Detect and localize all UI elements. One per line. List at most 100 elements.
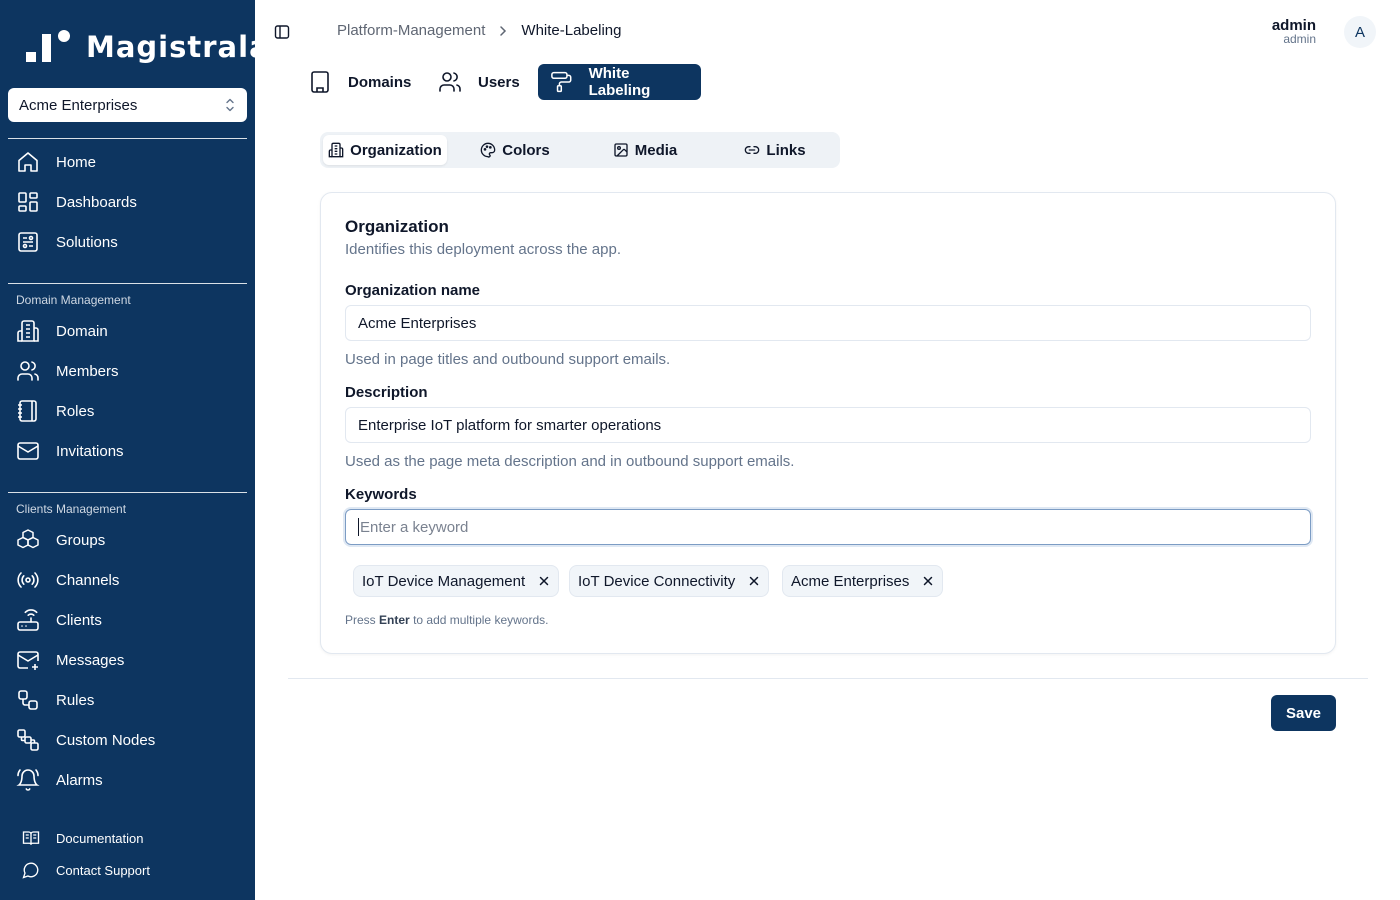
subtab-links[interactable]: Links (713, 135, 837, 165)
sidebar-item-dashboards[interactable]: Dashboards (16, 188, 137, 216)
subtab-bar: Organization Colors Media Links (320, 132, 840, 168)
sidebar-item-solutions[interactable]: Solutions (16, 228, 118, 256)
image-icon (614, 143, 628, 157)
sidebar-item-label: Solutions (56, 233, 118, 251)
keyword-chip: IoT Device Management (353, 565, 560, 597)
sidebar-item-home[interactable]: Home (16, 148, 96, 176)
tab-users[interactable]: Users (426, 64, 532, 100)
sidebar-item-label: Alarms (56, 771, 103, 789)
sidebar-item-label: Clients (56, 611, 102, 629)
workflow-icon (18, 690, 38, 710)
sidebar-toggle-icon[interactable] (274, 24, 290, 40)
sidebar-item-rules[interactable]: Rules (16, 686, 94, 714)
logo-mark-icon (26, 30, 74, 64)
subtab-label: Media (634, 141, 678, 159)
nodes-icon (17, 729, 39, 751)
sidebar-item-domain[interactable]: Domain (16, 317, 108, 345)
subtab-colors[interactable]: Colors (453, 135, 577, 165)
sidebar-item-label: Rules (56, 691, 95, 709)
chat-icon (22, 862, 39, 879)
sidebar-item-documentation[interactable]: Documentation (22, 828, 143, 848)
breadcrumb-current: White-Labeling (521, 22, 622, 39)
organization-selector-value: Acme Enterprises (19, 96, 138, 114)
org-name-input[interactable]: Acme Enterprises (345, 305, 1311, 341)
subtab-label: Colors (502, 141, 550, 159)
description-input[interactable]: Enterprise IoT platform for smarter oper… (345, 407, 1311, 443)
sidebar-divider (8, 492, 247, 493)
keyword-placeholder: Enter a keyword (360, 518, 469, 536)
breadcrumb-parent-link[interactable]: Platform-Management (337, 22, 485, 39)
building-icon (311, 71, 329, 93)
tab-domains[interactable]: Domains (296, 64, 423, 100)
description-help: Used as the page meta description and in… (345, 453, 795, 470)
sidebar-item-messages[interactable]: Messages (16, 646, 124, 674)
tab-white-labeling[interactable]: White Labeling (538, 64, 701, 100)
sidebar-item-clients[interactable]: Clients (16, 606, 102, 634)
footer-divider (288, 678, 1368, 679)
keyword-chip-label: Acme Enterprises (791, 572, 910, 590)
sidebar-item-label: Contact Support (56, 862, 150, 878)
close-icon[interactable] (922, 575, 934, 587)
subtab-organization[interactable]: Organization (323, 135, 447, 165)
app-logo[interactable]: Magistrala (26, 30, 270, 64)
tab-label: White Labeling (588, 65, 651, 99)
building-icon (328, 142, 344, 158)
sidebar-item-label: Domain (56, 322, 108, 340)
mail-open-icon (17, 651, 39, 670)
sidebar-divider (8, 138, 247, 139)
avatar[interactable]: A (1344, 16, 1376, 48)
sidebar-item-invitations[interactable]: Invitations (16, 437, 124, 465)
chevron-right-icon (500, 25, 507, 36)
sidebar-item-members[interactable]: Members (16, 357, 119, 385)
keyword-chip: IoT Device Connectivity (569, 565, 770, 597)
sidebar-item-label: Custom Nodes (56, 731, 156, 749)
tab-label: Users (478, 73, 520, 91)
sidebar-item-label: Channels (56, 571, 120, 589)
user-info[interactable]: admin admin (1272, 18, 1316, 45)
org-name-value: Acme Enterprises (358, 314, 477, 332)
sidebar: Magistrala Acme Enterprises Home Dashboa… (0, 0, 269, 900)
keywords-hint: Press Enter to add multiple keywords. (345, 613, 548, 627)
user-name: admin (1271, 17, 1316, 34)
chevrons-up-down-icon (226, 98, 234, 112)
tab-label: Domains (348, 73, 412, 91)
sidebar-item-contact-support[interactable]: Contact Support (22, 860, 150, 880)
link-icon (745, 146, 760, 154)
home-icon (18, 152, 38, 172)
keyword-chip-label: IoT Device Management (362, 572, 526, 590)
hint-key: Enter (379, 613, 410, 627)
users-icon (439, 72, 461, 92)
hint-suffix: to add multiple keywords. (413, 613, 549, 627)
card-description: Identifies this deployment across the ap… (345, 241, 621, 258)
sidebar-item-label: Invitations (56, 442, 124, 460)
radio-icon (17, 572, 39, 588)
breadcrumb: Platform-Management White-Labeling (337, 22, 621, 39)
palette-icon (480, 142, 496, 158)
keywords-label: Keywords (345, 486, 417, 503)
subtab-media[interactable]: Media (583, 135, 707, 165)
section-title-clients-management: Clients Management (16, 502, 127, 516)
section-title-domain-management: Domain Management (16, 293, 131, 307)
save-button[interactable]: Save (1271, 695, 1336, 731)
sidebar-item-alarms[interactable]: Alarms (16, 766, 103, 794)
sidebar-item-groups[interactable]: Groups (16, 526, 105, 554)
sidebar-item-label: Groups (56, 531, 106, 549)
text-caret (358, 518, 359, 536)
sidebar-item-roles[interactable]: Roles (16, 397, 94, 425)
close-icon[interactable] (538, 575, 550, 587)
users-icon (17, 361, 39, 381)
sidebar-item-channels[interactable]: Channels (16, 566, 119, 594)
sidebar-item-custom-nodes[interactable]: Custom Nodes (16, 726, 155, 754)
subtab-label: Organization (350, 141, 442, 159)
sidebar-item-label: Home (56, 153, 97, 171)
organization-selector[interactable]: Acme Enterprises (8, 88, 247, 122)
close-icon[interactable] (748, 575, 760, 587)
bell-icon (16, 769, 40, 791)
subtab-label: Links (766, 141, 806, 159)
org-name-label: Organization name (345, 282, 481, 299)
keyword-input[interactable]: Enter a keyword (345, 509, 1311, 545)
paint-roller-icon (551, 71, 572, 93)
keyword-chip: Acme Enterprises (782, 565, 944, 597)
router-icon (17, 609, 39, 631)
keyword-chip-label: IoT Device Connectivity (578, 572, 736, 590)
